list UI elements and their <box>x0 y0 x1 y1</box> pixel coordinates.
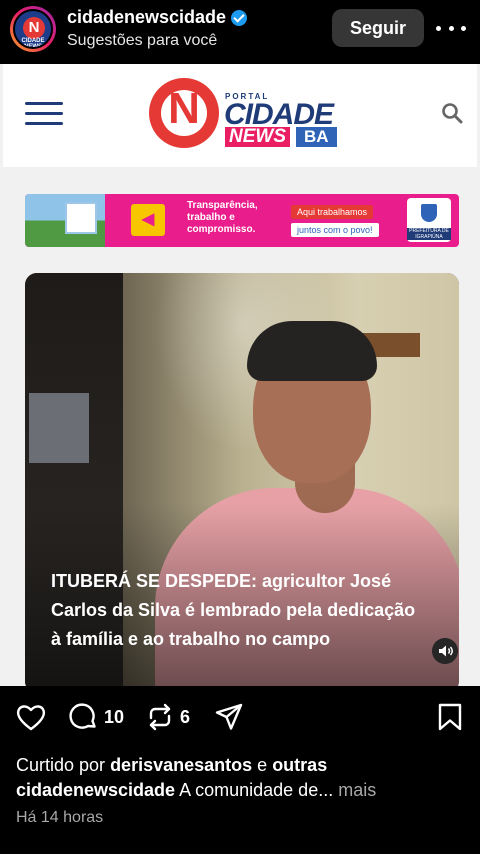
site-logo-news: NEWS <box>225 127 290 147</box>
liked-by-user[interactable]: derisvanesantos <box>110 755 252 775</box>
more-options-icon[interactable] <box>436 16 466 40</box>
repost-button[interactable]: 6 <box>146 700 190 734</box>
prefeitura-seal: PREFEITURA DE IGRAPIÚNA <box>407 198 451 242</box>
username-row[interactable]: cidadenewscidade <box>67 7 248 28</box>
post-headline: ITUBERÁ SE DESPEDE: agricultor José Carl… <box>51 571 416 649</box>
avatar-logo-text: CIDADE NEWS <box>21 38 45 49</box>
megaphone-icon: ◀ <box>131 204 165 236</box>
heart-icon <box>16 705 46 731</box>
seal-caption: PREFEITURA DE IGRAPIÚNA <box>407 228 451 240</box>
post-timestamp: Há 14 horas <box>16 809 104 826</box>
share-icon <box>215 703 243 730</box>
comments-count: 10 <box>104 706 125 727</box>
ad-banner: ◀ Transparência, trabalho e compromisso.… <box>25 194 459 247</box>
follow-button[interactable]: Seguir <box>332 9 424 47</box>
caption-more-link[interactable]: mais <box>338 780 376 800</box>
comment-button[interactable]: 10 <box>68 700 124 734</box>
liked-by-others[interactable]: outras <box>272 755 327 775</box>
caption-username[interactable]: cidadenewscidade <box>16 780 175 800</box>
search-icon <box>442 103 463 124</box>
avatar[interactable]: N CIDADE NEWS <box>10 6 56 52</box>
save-button[interactable] <box>437 700 463 734</box>
site-logo-ba: BA <box>296 127 337 147</box>
liked-by-prefix: Curtido por <box>16 755 106 775</box>
post-caption: cidadenewscidade A comunidade de... mais <box>16 777 466 803</box>
comment-icon <box>69 703 96 729</box>
site-logo-letter: N <box>168 84 200 133</box>
username[interactable]: cidadenewscidade <box>67 7 226 28</box>
reposts-count: 6 <box>180 706 191 727</box>
suggestion-subtitle: Sugestões para você <box>67 32 218 49</box>
like-button[interactable] <box>16 700 46 734</box>
post-header: N CIDADE NEWS cidadenewscidade Sugestões… <box>0 0 480 64</box>
verified-icon <box>231 9 248 26</box>
liked-by: Curtido por derisvanesantos e outras <box>16 752 466 778</box>
avatar-logo-letter: N <box>23 17 45 39</box>
site-header: N PORTAL CIDADE NEWS BA <box>3 64 477 167</box>
action-bar: 10 6 <box>0 700 480 736</box>
banner-slogan: Transparência, trabalho e compromisso. <box>187 200 258 235</box>
share-button[interactable] <box>214 700 244 734</box>
caption-text: A comunidade de... <box>179 780 334 800</box>
banner-pill-bottom: juntos com o povo! <box>291 223 379 237</box>
sound-icon[interactable] <box>432 638 458 664</box>
menu-icon <box>25 102 63 126</box>
bookmark-icon <box>438 703 462 731</box>
avatar-logo: N CIDADE NEWS <box>13 9 53 49</box>
liked-by-connector: e <box>257 755 268 775</box>
repost-icon <box>149 703 171 731</box>
banner-scene <box>25 194 105 247</box>
banner-pill-top: Aqui trabalhamos <box>291 205 374 219</box>
site-logo-mark: N <box>149 78 219 148</box>
